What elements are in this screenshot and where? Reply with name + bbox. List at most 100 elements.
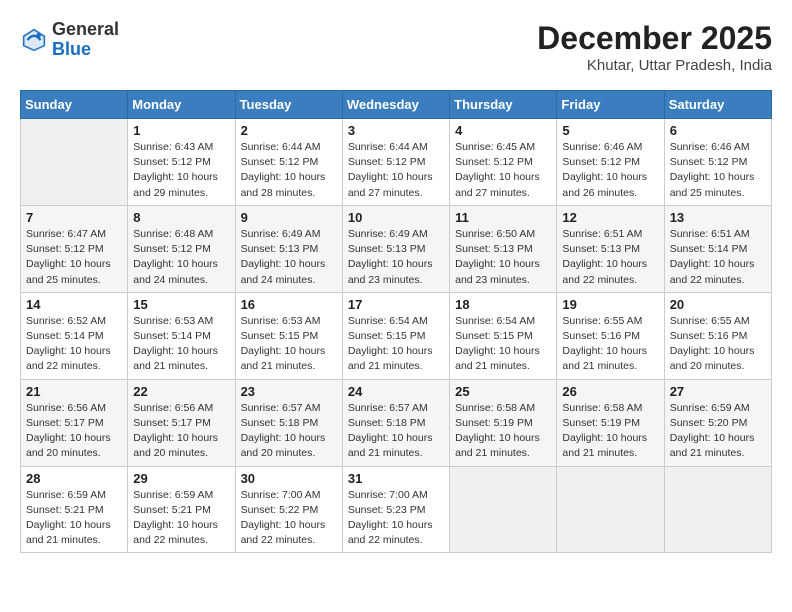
day-cell: 7 Sunrise: 6:47 AM Sunset: 5:12 PM Daylig… xyxy=(21,205,128,292)
day-number: 1 xyxy=(133,123,229,138)
day-number: 7 xyxy=(26,210,122,225)
day-info: Sunrise: 6:53 AM Sunset: 5:14 PM Dayligh… xyxy=(133,314,229,375)
calendar-body: 1 Sunrise: 6:43 AM Sunset: 5:12 PM Daylig… xyxy=(21,119,772,553)
day-info: Sunrise: 6:59 AM Sunset: 5:21 PM Dayligh… xyxy=(26,488,122,549)
day-cell: 12Sunrise: 6:51 AM Sunset: 5:13 PM Dayli… xyxy=(557,205,664,292)
day-cell: 6 Sunrise: 6:46 AM Sunset: 5:12 PM Daylig… xyxy=(664,119,771,206)
day-cell: 4 Sunrise: 6:45 AM Sunset: 5:12 PM Daylig… xyxy=(450,119,557,206)
day-info: Sunrise: 6:52 AM Sunset: 5:14 PM Dayligh… xyxy=(26,314,122,375)
day-number: 18 xyxy=(455,297,551,312)
day-info: Sunrise: 6:48 AM Sunset: 5:12 PM Dayligh… xyxy=(133,227,229,288)
day-cell: 13 Sunrise: 6:51 AM Sunset: 5:14 PM Dayli… xyxy=(664,205,771,292)
day-number: 6 xyxy=(670,123,766,138)
month-title: December 2025 xyxy=(537,20,772,57)
day-cell xyxy=(21,119,128,206)
day-number: 2 xyxy=(241,123,337,138)
page-header: General Blue December 2025 Khutar, Uttar… xyxy=(20,20,772,74)
day-cell: 21 Sunrise: 6:56 AM Sunset: 5:17 PM Dayli… xyxy=(21,379,128,466)
calendar-header: SundayMondayTuesdayWednesdayThursdayFrid… xyxy=(21,91,772,119)
day-cell: 16 Sunrise: 6:53 AM Sunset: 5:15 PM Dayli… xyxy=(235,292,342,379)
day-info: Sunrise: 6:54 AM Sunset: 5:15 PM Dayligh… xyxy=(455,314,551,375)
day-cell: 8 Sunrise: 6:48 AM Sunset: 5:12 PM Daylig… xyxy=(128,205,235,292)
day-cell: 20Sunrise: 6:55 AM Sunset: 5:16 PM Dayli… xyxy=(664,292,771,379)
day-info: Sunrise: 6:54 AM Sunset: 5:15 PM Dayligh… xyxy=(348,314,444,375)
day-info: Sunrise: 6:47 AM Sunset: 5:12 PM Dayligh… xyxy=(26,227,122,288)
header-cell-monday: Monday xyxy=(128,91,235,119)
logo: General Blue xyxy=(20,20,119,60)
header-cell-saturday: Saturday xyxy=(664,91,771,119)
day-info: Sunrise: 6:58 AM Sunset: 5:19 PM Dayligh… xyxy=(562,401,658,462)
day-info: Sunrise: 6:56 AM Sunset: 5:17 PM Dayligh… xyxy=(26,401,122,462)
day-info: Sunrise: 6:57 AM Sunset: 5:18 PM Dayligh… xyxy=(241,401,337,462)
day-number: 8 xyxy=(133,210,229,225)
week-row: 21 Sunrise: 6:56 AM Sunset: 5:17 PM Dayli… xyxy=(21,379,772,466)
day-number: 19 xyxy=(562,297,658,312)
day-number: 15 xyxy=(133,297,229,312)
day-info: Sunrise: 6:57 AM Sunset: 5:18 PM Dayligh… xyxy=(348,401,444,462)
week-row: 28 Sunrise: 6:59 AM Sunset: 5:21 PM Dayli… xyxy=(21,466,772,553)
day-number: 28 xyxy=(26,471,122,486)
day-info: Sunrise: 6:51 AM Sunset: 5:14 PM Dayligh… xyxy=(670,227,766,288)
header-row: SundayMondayTuesdayWednesdayThursdayFrid… xyxy=(21,91,772,119)
day-number: 24 xyxy=(348,384,444,399)
day-cell: 27 Sunrise: 6:59 AM Sunset: 5:20 PM Dayli… xyxy=(664,379,771,466)
location: Khutar, Uttar Pradesh, India xyxy=(537,57,772,74)
day-number: 9 xyxy=(241,210,337,225)
header-cell-sunday: Sunday xyxy=(21,91,128,119)
day-number: 16 xyxy=(241,297,337,312)
day-number: 4 xyxy=(455,123,551,138)
day-info: Sunrise: 6:43 AM Sunset: 5:12 PM Dayligh… xyxy=(133,140,229,201)
week-row: 1 Sunrise: 6:43 AM Sunset: 5:12 PM Daylig… xyxy=(21,119,772,206)
day-number: 29 xyxy=(133,471,229,486)
day-cell: 18 Sunrise: 6:54 AM Sunset: 5:15 PM Dayli… xyxy=(450,292,557,379)
day-cell: 23 Sunrise: 6:57 AM Sunset: 5:18 PM Dayli… xyxy=(235,379,342,466)
day-number: 10 xyxy=(348,210,444,225)
day-info: Sunrise: 6:44 AM Sunset: 5:12 PM Dayligh… xyxy=(241,140,337,201)
day-info: Sunrise: 7:00 AM Sunset: 5:22 PM Dayligh… xyxy=(241,488,337,549)
day-number: 27 xyxy=(670,384,766,399)
day-cell: 31 Sunrise: 7:00 AM Sunset: 5:23 PM Dayli… xyxy=(342,466,449,553)
week-row: 7 Sunrise: 6:47 AM Sunset: 5:12 PM Daylig… xyxy=(21,205,772,292)
day-cell: 19 Sunrise: 6:55 AM Sunset: 5:16 PM Dayli… xyxy=(557,292,664,379)
day-cell: 22Sunrise: 6:56 AM Sunset: 5:17 PM Dayli… xyxy=(128,379,235,466)
week-row: 14 Sunrise: 6:52 AM Sunset: 5:14 PM Dayli… xyxy=(21,292,772,379)
day-cell: 25Sunrise: 6:58 AM Sunset: 5:19 PM Dayli… xyxy=(450,379,557,466)
day-number: 23 xyxy=(241,384,337,399)
header-cell-tuesday: Tuesday xyxy=(235,91,342,119)
day-cell: 1 Sunrise: 6:43 AM Sunset: 5:12 PM Daylig… xyxy=(128,119,235,206)
day-number: 22 xyxy=(133,384,229,399)
day-number: 17 xyxy=(348,297,444,312)
day-info: Sunrise: 6:59 AM Sunset: 5:21 PM Dayligh… xyxy=(133,488,229,549)
day-number: 14 xyxy=(26,297,122,312)
day-number: 25 xyxy=(455,384,551,399)
day-number: 13 xyxy=(670,210,766,225)
day-cell: 11 Sunrise: 6:50 AM Sunset: 5:13 PM Dayli… xyxy=(450,205,557,292)
logo-icon xyxy=(20,26,48,54)
day-info: Sunrise: 6:44 AM Sunset: 5:12 PM Dayligh… xyxy=(348,140,444,201)
day-info: Sunrise: 6:55 AM Sunset: 5:16 PM Dayligh… xyxy=(670,314,766,375)
day-cell: 26Sunrise: 6:58 AM Sunset: 5:19 PM Dayli… xyxy=(557,379,664,466)
day-cell: 24 Sunrise: 6:57 AM Sunset: 5:18 PM Dayli… xyxy=(342,379,449,466)
day-cell: 5Sunrise: 6:46 AM Sunset: 5:12 PM Daylig… xyxy=(557,119,664,206)
day-info: Sunrise: 6:50 AM Sunset: 5:13 PM Dayligh… xyxy=(455,227,551,288)
day-info: Sunrise: 6:55 AM Sunset: 5:16 PM Dayligh… xyxy=(562,314,658,375)
day-cell xyxy=(450,466,557,553)
day-number: 31 xyxy=(348,471,444,486)
day-cell: 28 Sunrise: 6:59 AM Sunset: 5:21 PM Dayli… xyxy=(21,466,128,553)
day-info: Sunrise: 6:45 AM Sunset: 5:12 PM Dayligh… xyxy=(455,140,551,201)
day-cell xyxy=(664,466,771,553)
title-section: December 2025 Khutar, Uttar Pradesh, Ind… xyxy=(537,20,772,74)
day-info: Sunrise: 6:53 AM Sunset: 5:15 PM Dayligh… xyxy=(241,314,337,375)
day-number: 21 xyxy=(26,384,122,399)
header-cell-wednesday: Wednesday xyxy=(342,91,449,119)
day-number: 30 xyxy=(241,471,337,486)
day-info: Sunrise: 6:46 AM Sunset: 5:12 PM Dayligh… xyxy=(670,140,766,201)
day-cell: 2 Sunrise: 6:44 AM Sunset: 5:12 PM Daylig… xyxy=(235,119,342,206)
day-info: Sunrise: 6:59 AM Sunset: 5:20 PM Dayligh… xyxy=(670,401,766,462)
day-info: Sunrise: 6:51 AM Sunset: 5:13 PM Dayligh… xyxy=(562,227,658,288)
day-cell: 14 Sunrise: 6:52 AM Sunset: 5:14 PM Dayli… xyxy=(21,292,128,379)
day-number: 11 xyxy=(455,210,551,225)
logo-text: General Blue xyxy=(52,20,119,60)
header-cell-friday: Friday xyxy=(557,91,664,119)
day-info: Sunrise: 7:00 AM Sunset: 5:23 PM Dayligh… xyxy=(348,488,444,549)
